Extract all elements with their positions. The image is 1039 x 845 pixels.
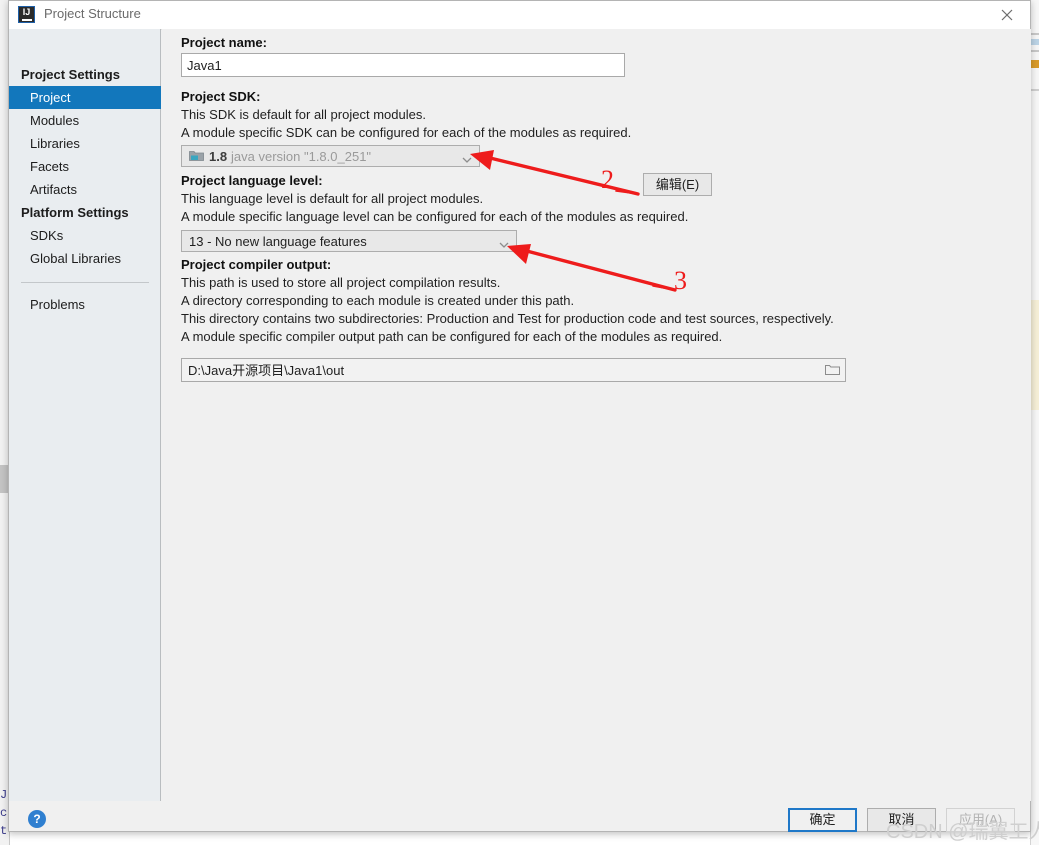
project-structure-dialog: IJ Project Structure ← → Project Setting… <box>8 0 1031 832</box>
background-right-line <box>1031 39 1039 45</box>
watermark: CSDN @瑞翼工人 <box>886 821 1039 843</box>
compiler-output-path-field[interactable]: D:\Java开源项目\Java1\out <box>181 358 846 382</box>
sidebar-item-problems[interactable]: Problems <box>9 293 161 316</box>
project-sdk-version-full: java version "1.8.0_251" <box>231 149 372 164</box>
sidebar-item-global-libraries[interactable]: Global Libraries <box>9 247 161 270</box>
background-right-panel <box>1030 0 1039 845</box>
project-sdk-label: Project SDK: <box>181 89 261 104</box>
language-level-desc-line-1: This language level is default for all p… <box>181 191 484 206</box>
compiler-output-desc-line-1: This path is used to store all project c… <box>181 275 501 290</box>
dialog-titlebar: IJ Project Structure <box>9 1 1030 30</box>
dialog-title: Project Structure <box>44 6 141 21</box>
sidebar-group-header-project-settings: Project Settings <box>21 67 120 82</box>
sidebar-item-facets[interactable]: Facets <box>9 155 161 178</box>
folder-browse-icon[interactable] <box>825 363 840 379</box>
project-sdk-desc-line-1: This SDK is default for all project modu… <box>181 107 426 122</box>
edit-sdk-button[interactable]: 编辑(E) <box>643 173 712 196</box>
background-text-fragment: t <box>0 824 8 838</box>
compiler-output-desc-line-4: A module specific compiler output path c… <box>181 329 723 344</box>
sidebar-group-header-platform-settings: Platform Settings <box>21 205 129 220</box>
project-name-input[interactable] <box>181 53 625 77</box>
language-level-desc-line-2: A module specific language level can be … <box>181 209 689 224</box>
close-icon[interactable] <box>985 1 1030 28</box>
annotation-number-2: 2 <box>601 165 614 194</box>
sidebar-item-sdks[interactable]: SDKs <box>9 224 161 247</box>
compiler-output-desc-line-2: A directory corresponding to each module… <box>181 293 575 308</box>
language-level-value: 13 - No new language features <box>189 234 367 249</box>
background-right-marker <box>1031 60 1039 68</box>
help-question-icon[interactable]: ? <box>28 810 46 828</box>
project-sdk-combo[interactable]: 1.8 java version "1.8.0_251" <box>181 145 480 167</box>
background-right-line <box>1031 33 1039 35</box>
sidebar-item-modules[interactable]: Modules <box>9 109 161 132</box>
sidebar-item-libraries[interactable]: Libraries <box>9 132 161 155</box>
background-scrollbar-thumb[interactable] <box>0 465 8 493</box>
sidebar-item-project[interactable]: Project <box>9 86 161 109</box>
compiler-output-desc-line-3: This directory contains two subdirectori… <box>181 311 834 326</box>
settings-sidebar: Project Settings Project Modules Librari… <box>9 29 161 801</box>
background-right-line <box>1031 50 1039 52</box>
project-settings-panel: Project name: Project SDK: This SDK is d… <box>162 29 1031 801</box>
language-level-combo[interactable]: 13 - No new language features <box>181 230 517 252</box>
project-sdk-version-short: 1.8 <box>209 149 228 164</box>
java-sdk-folder-icon <box>189 150 204 162</box>
annotation-number-3: 3 <box>674 266 687 295</box>
sidebar-divider <box>21 282 149 283</box>
compiler-output-path-value: D:\Java开源项目\Java1\out <box>188 363 345 378</box>
compiler-output-label: Project compiler output: <box>181 257 332 272</box>
background-right-line <box>1031 89 1039 91</box>
project-sdk-desc-line-2: A module specific SDK can be configured … <box>181 125 632 140</box>
chevron-down-icon <box>462 152 472 167</box>
language-level-label: Project language level: <box>181 173 323 188</box>
ok-button[interactable]: 确定 <box>788 808 857 832</box>
project-name-label: Project name: <box>181 35 267 50</box>
sidebar-item-artifacts[interactable]: Artifacts <box>9 178 161 201</box>
intellij-idea-icon: IJ <box>18 6 35 23</box>
background-right-highlight <box>1031 300 1039 410</box>
chevron-down-icon <box>499 237 509 252</box>
